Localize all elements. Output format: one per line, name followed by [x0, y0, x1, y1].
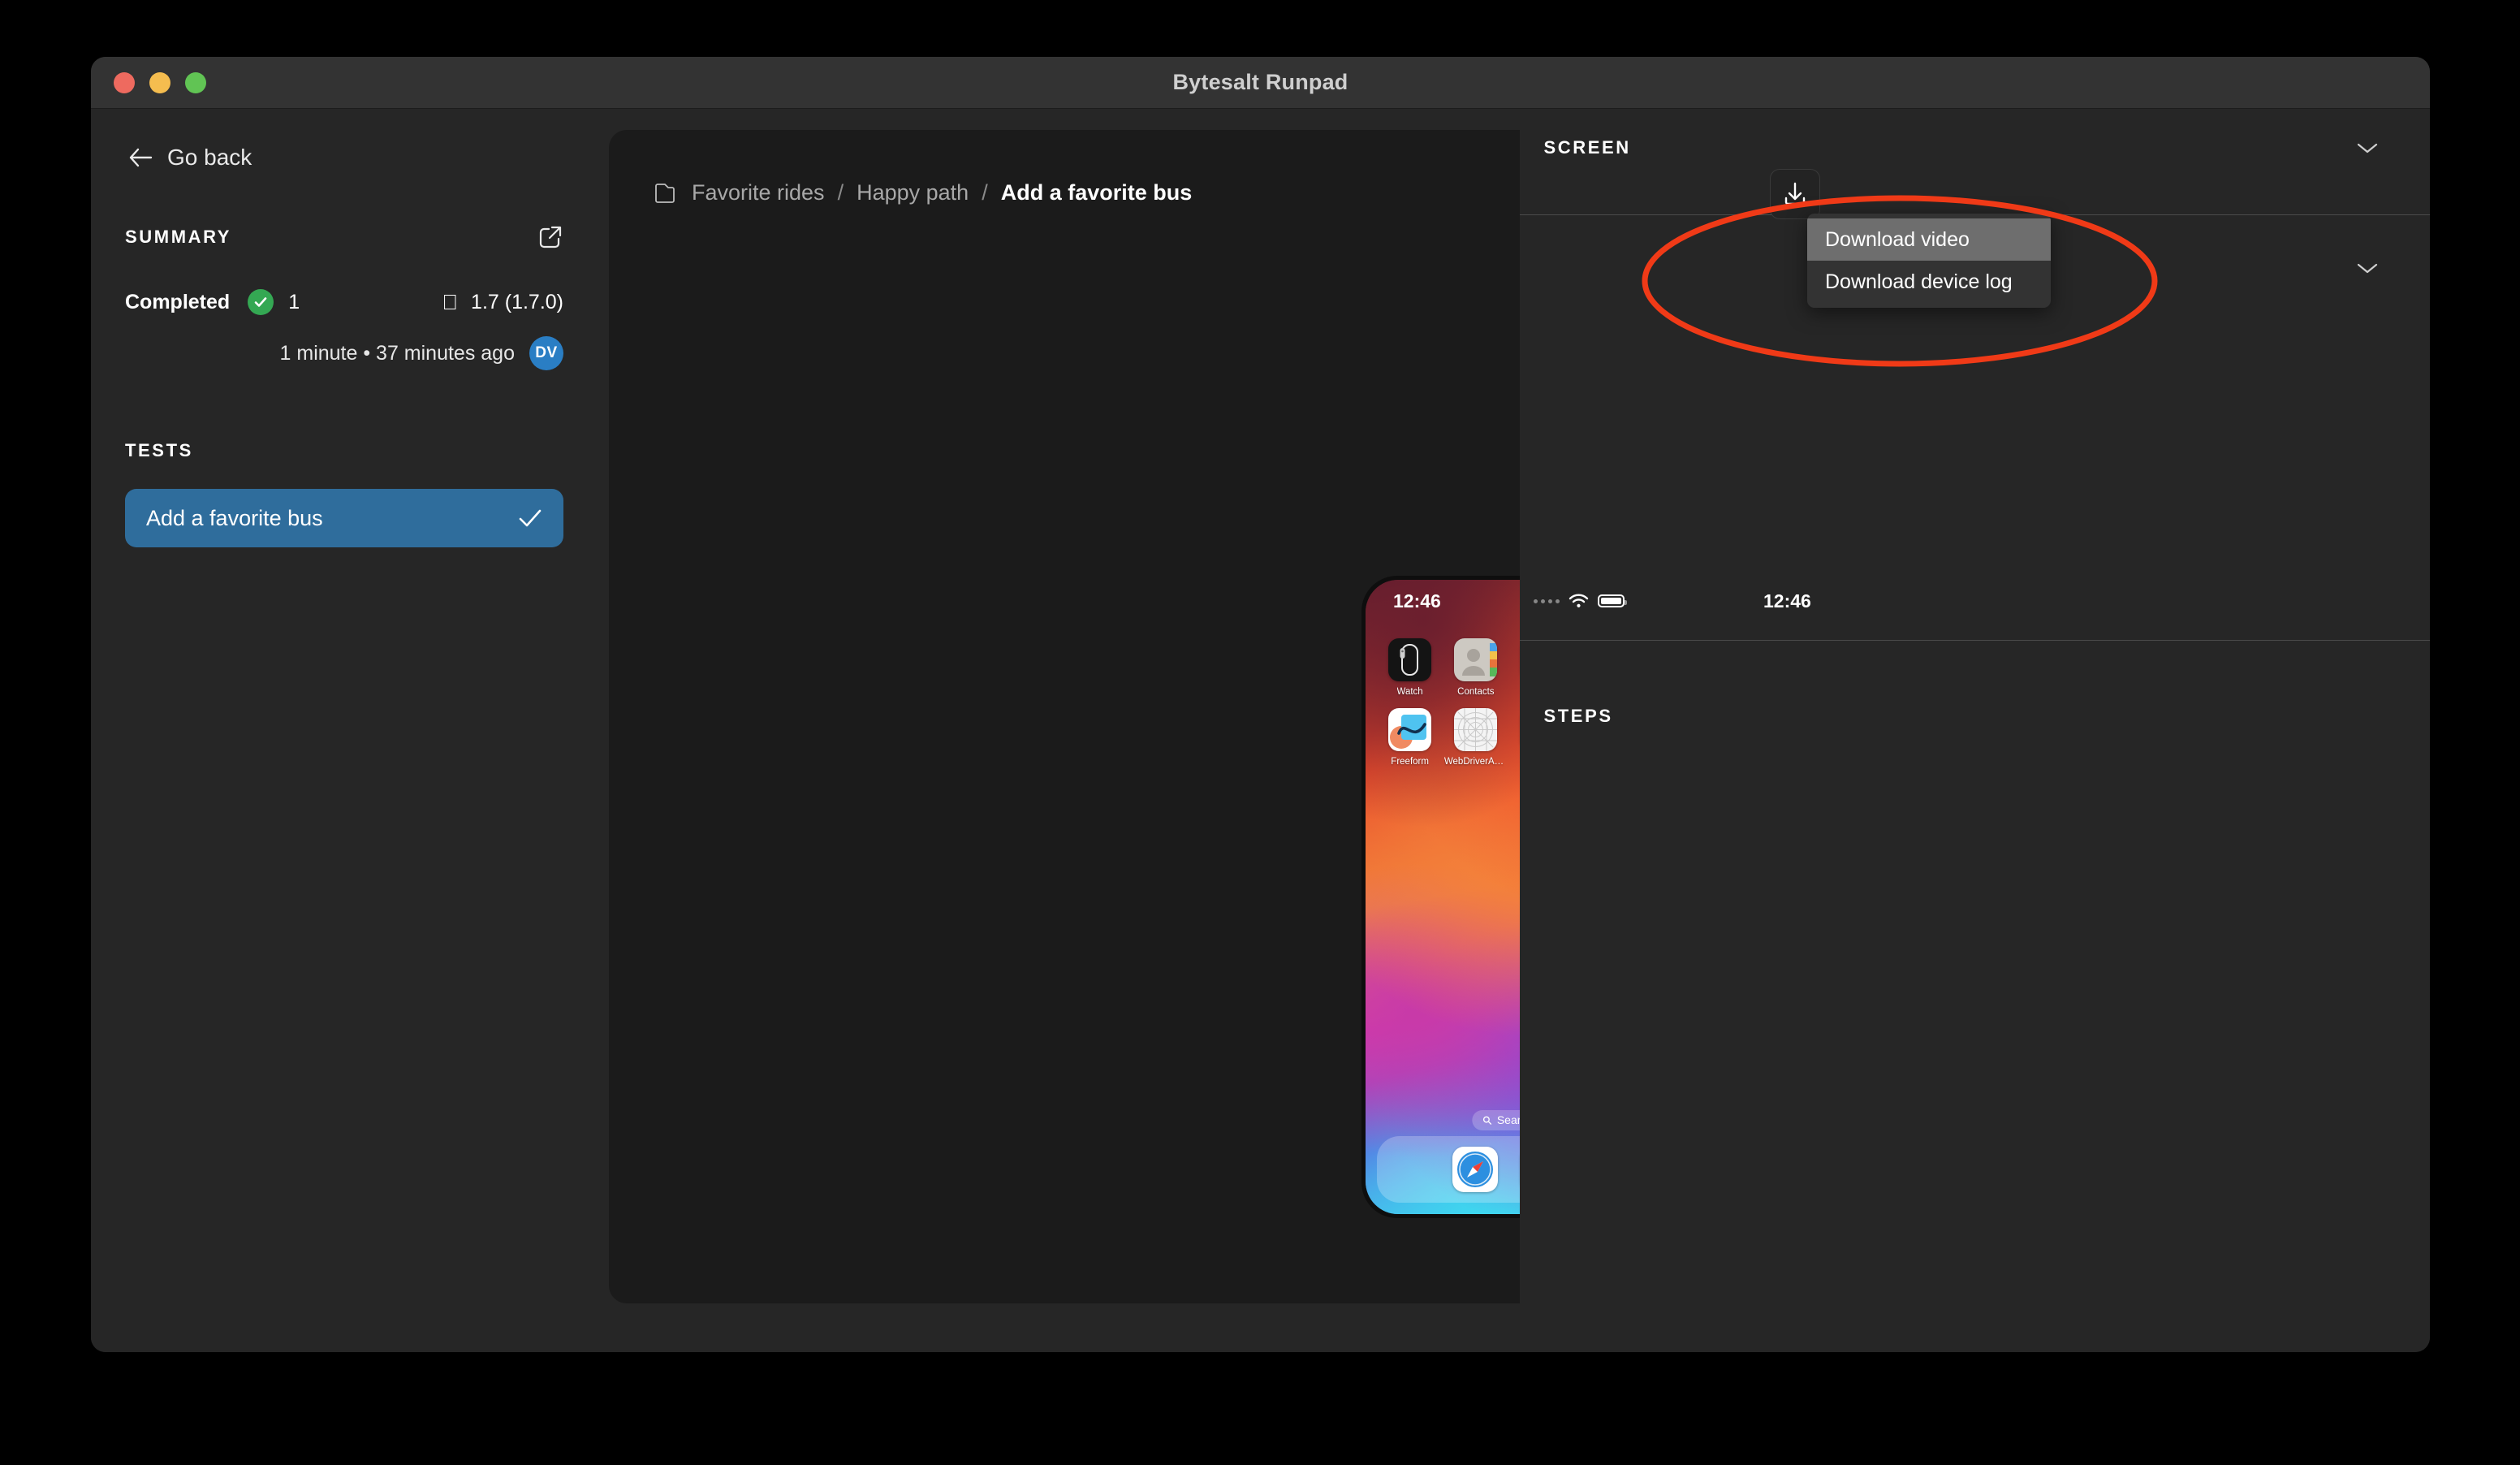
- status-count: 1: [288, 290, 300, 313]
- panel-section-steps[interactable]: STEPS: [1520, 690, 2431, 742]
- battery-icon: [1598, 594, 1627, 607]
- panel-section-title: STEPS: [1543, 706, 1613, 726]
- avatar[interactable]: DV: [529, 336, 563, 370]
- test-list-item[interactable]: Add a favorite bus: [125, 489, 563, 547]
- chevron-down-icon[interactable]: [2355, 261, 2380, 275]
- panel-divider: [1519, 640, 2430, 641]
- platform-version: 1.7 (1.7.0): [471, 290, 563, 313]
- folder-icon: [655, 183, 675, 203]
- pass-check-icon: [248, 289, 274, 315]
- window-titlebar: Bytesalt Runpad: [91, 57, 2430, 109]
- summary-status-row: Completed 1  1.7 (1.7.0): [125, 289, 563, 315]
- download-icon: [1784, 182, 1806, 205]
- wifi-icon: [1569, 594, 1589, 607]
- app-label: Contacts: [1457, 687, 1495, 697]
- status-label: Completed: [125, 290, 231, 313]
- panel-section-screen[interactable]: SCREEN: [1520, 122, 2431, 174]
- app-label: WebDriverAge...: [1443, 757, 1508, 767]
- window-title: Bytesalt Runpad: [1172, 70, 1348, 94]
- download-menu: Download video Download device log: [1807, 214, 2051, 308]
- external-link-icon[interactable]: [537, 224, 563, 250]
- summary-meta-row: 1 minute • 37 minutes ago DV: [125, 336, 563, 370]
- status-bar: 12:46: [1366, 580, 1652, 622]
- apple-logo-icon: : [442, 292, 459, 313]
- safari-icon[interactable]: [1452, 1147, 1498, 1192]
- app-icon-watch[interactable]: Watch: [1377, 638, 1443, 697]
- status-time: 12:46: [1763, 590, 1811, 611]
- breadcrumb-separator: /: [982, 180, 988, 205]
- window-body: Go back SUMMARY Completed 1 : [91, 109, 2430, 1352]
- watch-icon: [1388, 638, 1432, 681]
- status-indicators: [1534, 594, 1627, 608]
- app-icon-freeform[interactable]: Freeform: [1377, 708, 1443, 767]
- go-back-button[interactable]: Go back: [125, 140, 255, 175]
- app-label: Watch: [1396, 687, 1423, 697]
- duration-and-age: 1 minute • 37 minutes ago: [279, 341, 515, 365]
- breadcrumb: Favorite rides / Happy path / Add a favo…: [654, 180, 1192, 205]
- arrow-left-icon: [129, 148, 153, 167]
- check-icon: [519, 509, 542, 527]
- breadcrumb-item-2: Add a favorite bus: [1000, 180, 1193, 205]
- breadcrumb-item-1[interactable]: Happy path: [857, 180, 969, 205]
- app-label: Freeform: [1391, 757, 1429, 767]
- go-back-label: Go back: [167, 145, 252, 170]
- menu-item-download-video[interactable]: Download video: [1807, 218, 2051, 261]
- freeform-icon: [1388, 708, 1432, 751]
- summary-header: SUMMARY: [125, 224, 563, 250]
- left-sidebar: Go back SUMMARY Completed 1 : [91, 109, 598, 1352]
- tests-title: TESTS: [125, 440, 193, 460]
- status-time: 12:46: [1393, 590, 1441, 611]
- app-window: Bytesalt Runpad Go back SUMMARY Complete: [91, 57, 2430, 1352]
- download-button[interactable]: [1770, 169, 1820, 219]
- test-name: Add a favorite bus: [146, 505, 323, 530]
- webdriveragent-icon: [1454, 708, 1498, 751]
- search-icon: [1482, 1116, 1491, 1125]
- status-bar: 12:46: [1736, 580, 1870, 622]
- breadcrumb-item-0[interactable]: Favorite rides: [692, 180, 825, 205]
- panel-section-title: SCREEN: [1543, 137, 1631, 158]
- signal-dots-icon: [1534, 599, 1560, 603]
- app-icon-contacts[interactable]: Contacts: [1443, 638, 1508, 697]
- summary-title: SUMMARY: [125, 227, 232, 247]
- chevron-down-icon[interactable]: [2355, 140, 2380, 155]
- breadcrumb-separator: /: [837, 180, 844, 205]
- tests-header: TESTS: [125, 440, 563, 461]
- menu-item-download-device-log[interactable]: Download device log: [1807, 261, 2051, 303]
- contacts-icon: [1454, 638, 1498, 681]
- summary-block: Completed 1  1.7 (1.7.0) 1 minute • 37 …: [125, 289, 563, 370]
- canvas-area: Favorite rides / Happy path / Add a favo…: [598, 109, 1870, 1352]
- app-icon-webdriveragent[interactable]: WebDriverAge...: [1443, 708, 1508, 767]
